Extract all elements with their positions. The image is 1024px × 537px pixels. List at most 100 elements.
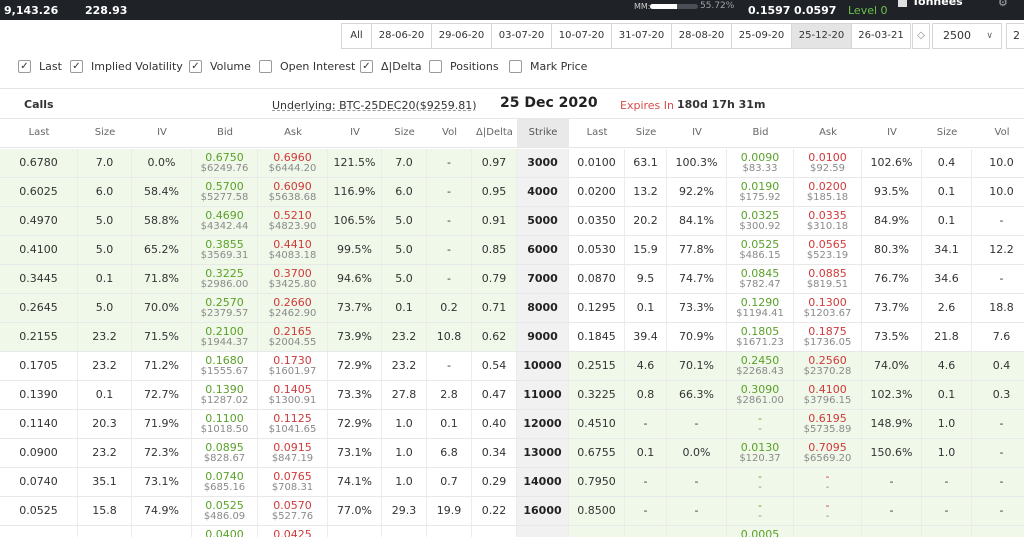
table-cell[interactable]: 0.6960 $6444.20 [258,149,328,177]
table-cell[interactable]: 0.1125 $1041.65 [258,410,328,438]
table-cell[interactable]: 0.0130 $120.37 [727,439,794,467]
tab-expiry[interactable]: 25-12-20 [792,24,852,48]
table-cell[interactable]: 0.3225 $2986.00 [192,265,258,293]
column-header[interactable]: Ask [258,119,328,147]
table-row[interactable]: 0.1140 20.3 71.9% 0.1100 $1018.50 0.1125 $1041… [0,410,1024,439]
column-header[interactable]: IV [328,119,382,147]
table-row[interactable]: 0.1705 23.2 71.2% 0.1680 $1555.67 0.1730 $1601… [0,352,1024,381]
gear-icon[interactable]: ⚙ [998,0,1008,9]
table-cell[interactable]: 0.0100 $92.59 [794,149,862,177]
column-toggle[interactable]: Positions [429,58,499,74]
table-cell[interactable]: -- [727,410,794,438]
column-header[interactable]: Size [78,119,132,147]
table-cell[interactable]: 0.7095 $6569.20 [794,439,862,467]
table-row[interactable]: 0.6025 6.0 58.4% 0.5700 $5277.58 0.6090 $5638.… [0,178,1024,207]
column-header[interactable]: IV [132,119,192,147]
table-cell[interactable]: 0.0525 $486.09 [192,497,258,525]
column-header[interactable]: Size [922,119,972,147]
table-cell[interactable] [794,526,862,537]
table-cell[interactable]: 0.0005 [727,526,794,537]
table-row[interactable]: 0.0400 0.0425 0.0005 [0,526,1024,537]
table-cell[interactable]: 0.0895 $828.67 [192,439,258,467]
checkbox-checked-icon[interactable]: ✓ [360,59,373,73]
table-cell[interactable]: 0.0190 $175.92 [727,178,794,206]
table-cell[interactable]: 0.2450 $2268.43 [727,352,794,380]
column-header[interactable]: Last [569,119,625,147]
column-toggle[interactable]: Open Interest [259,58,355,74]
table-cell[interactable]: 0.0335 $310.18 [794,207,862,235]
table-cell[interactable]: 0.1805 $1671.23 [727,323,794,351]
table-cell[interactable]: 0.6090 $5638.68 [258,178,328,206]
table-cell[interactable]: 0.0845 $782.47 [727,265,794,293]
tab-expiry[interactable]: 29-06-20 [432,24,492,48]
table-row[interactable]: 0.6780 7.0 0.0% 0.6750 $6249.76 0.6960 $6444.2… [0,149,1024,178]
table-cell[interactable]: 0.5210 $4823.90 [258,207,328,235]
table-row[interactable]: 0.3445 0.1 71.8% 0.3225 $2986.00 0.3700 $3425.… [0,265,1024,294]
extra-select[interactable]: 2 [1006,23,1024,49]
checkbox-empty-icon[interactable] [429,59,442,73]
table-cell[interactable]: 0.3090 $2861.00 [727,381,794,409]
table-cell[interactable]: 0.0090 $83.33 [727,149,794,177]
bid-price[interactable]: 0.0400 [205,528,244,537]
checkbox-empty-icon[interactable] [259,59,272,73]
table-cell[interactable]: 0.6195 $5735.89 [794,410,862,438]
table-cell[interactable]: 0.4410 $4083.18 [258,236,328,264]
strike-arrows-icon[interactable]: ◇ [912,23,930,49]
checkbox-checked-icon[interactable]: ✓ [18,59,31,73]
bid-price[interactable]: 0.0005 [741,528,780,537]
tab-expiry[interactable]: 28-06-20 [372,24,432,48]
table-row[interactable]: 0.1390 0.1 72.7% 0.1390 $1287.02 0.1405 $1300.… [0,381,1024,410]
column-toggle[interactable]: ✓ Volume [189,58,251,74]
column-header[interactable]: Size [625,119,667,147]
table-cell[interactable]: 0.1300 $1203.67 [794,294,862,322]
table-cell[interactable]: 0.0565 $523.19 [794,236,862,264]
column-header[interactable]: Bid [192,119,258,147]
checkbox-empty-icon[interactable] [509,59,522,73]
table-row[interactable]: 0.0740 35.1 73.1% 0.0740 $685.16 0.0765 $708.3… [0,468,1024,497]
table-cell[interactable]: 0.2660 $2462.90 [258,294,328,322]
table-cell[interactable]: 0.1680 $1555.67 [192,352,258,380]
checkbox-checked-icon[interactable]: ✓ [70,59,83,73]
column-toggle[interactable]: ✓ Implied Volatility [70,58,183,74]
column-header[interactable]: Bid [727,119,794,147]
table-cell[interactable]: 0.0425 [258,526,328,537]
column-header[interactable]: Vol [427,119,472,147]
table-cell[interactable]: 0.4100 $3796.15 [794,381,862,409]
table-cell[interactable]: 0.2560 $2370.28 [794,352,862,380]
table-cell[interactable]: -- [794,468,862,496]
tab-expiry[interactable]: 26-03-21 [852,24,910,48]
column-header[interactable]: Strike [517,119,569,147]
table-cell[interactable]: 0.4690 $4342.44 [192,207,258,235]
table-cell[interactable]: 0.1100 $1018.50 [192,410,258,438]
table-cell[interactable]: 0.1390 $1287.02 [192,381,258,409]
table-row[interactable]: 0.2645 5.0 70.0% 0.2570 $2379.57 0.2660 $2462.… [0,294,1024,323]
tab-expiry[interactable]: 31-07-20 [612,24,672,48]
column-header[interactable]: Last [0,119,78,147]
column-header[interactable]: Vol [972,119,1024,147]
user-name[interactable]: Tonnees [912,0,963,8]
table-cell[interactable]: 0.2570 $2379.57 [192,294,258,322]
table-cell[interactable]: 0.2165 $2004.55 [258,323,328,351]
table-row[interactable]: 0.4100 5.0 65.2% 0.3855 $3569.31 0.4410 $4083.… [0,236,1024,265]
tab-expiry[interactable]: 25-09-20 [732,24,792,48]
table-row[interactable]: 0.2155 23.2 71.5% 0.2100 $1944.37 0.2165 $2004… [0,323,1024,352]
table-row[interactable]: 0.0900 23.2 72.3% 0.0895 $828.67 0.0915 $847.1… [0,439,1024,468]
table-cell[interactable]: 0.0885 $819.51 [794,265,862,293]
table-cell[interactable]: 0.0740 $685.16 [192,468,258,496]
table-cell[interactable]: 0.0400 [192,526,258,537]
ask-price[interactable]: 0.0425 [273,528,312,537]
table-cell[interactable]: -- [727,468,794,496]
tab-expiry[interactable]: All [342,24,372,48]
table-cell[interactable]: 0.1730 $1601.97 [258,352,328,380]
table-cell[interactable]: 0.5700 $5277.58 [192,178,258,206]
table-cell[interactable]: 0.3700 $3425.80 [258,265,328,293]
table-cell[interactable]: 0.0570 $527.76 [258,497,328,525]
table-cell[interactable]: 0.1875 $1736.05 [794,323,862,351]
table-cell[interactable]: 0.0915 $847.19 [258,439,328,467]
column-toggle[interactable]: Mark Price [509,58,587,74]
table-cell[interactable]: 0.1405 $1300.91 [258,381,328,409]
table-cell[interactable]: 0.0525 $486.15 [727,236,794,264]
column-header[interactable]: IV [667,119,727,147]
tab-expiry[interactable]: 28-08-20 [672,24,732,48]
strike-range-select[interactable]: 2500 ∨ [932,23,1002,49]
